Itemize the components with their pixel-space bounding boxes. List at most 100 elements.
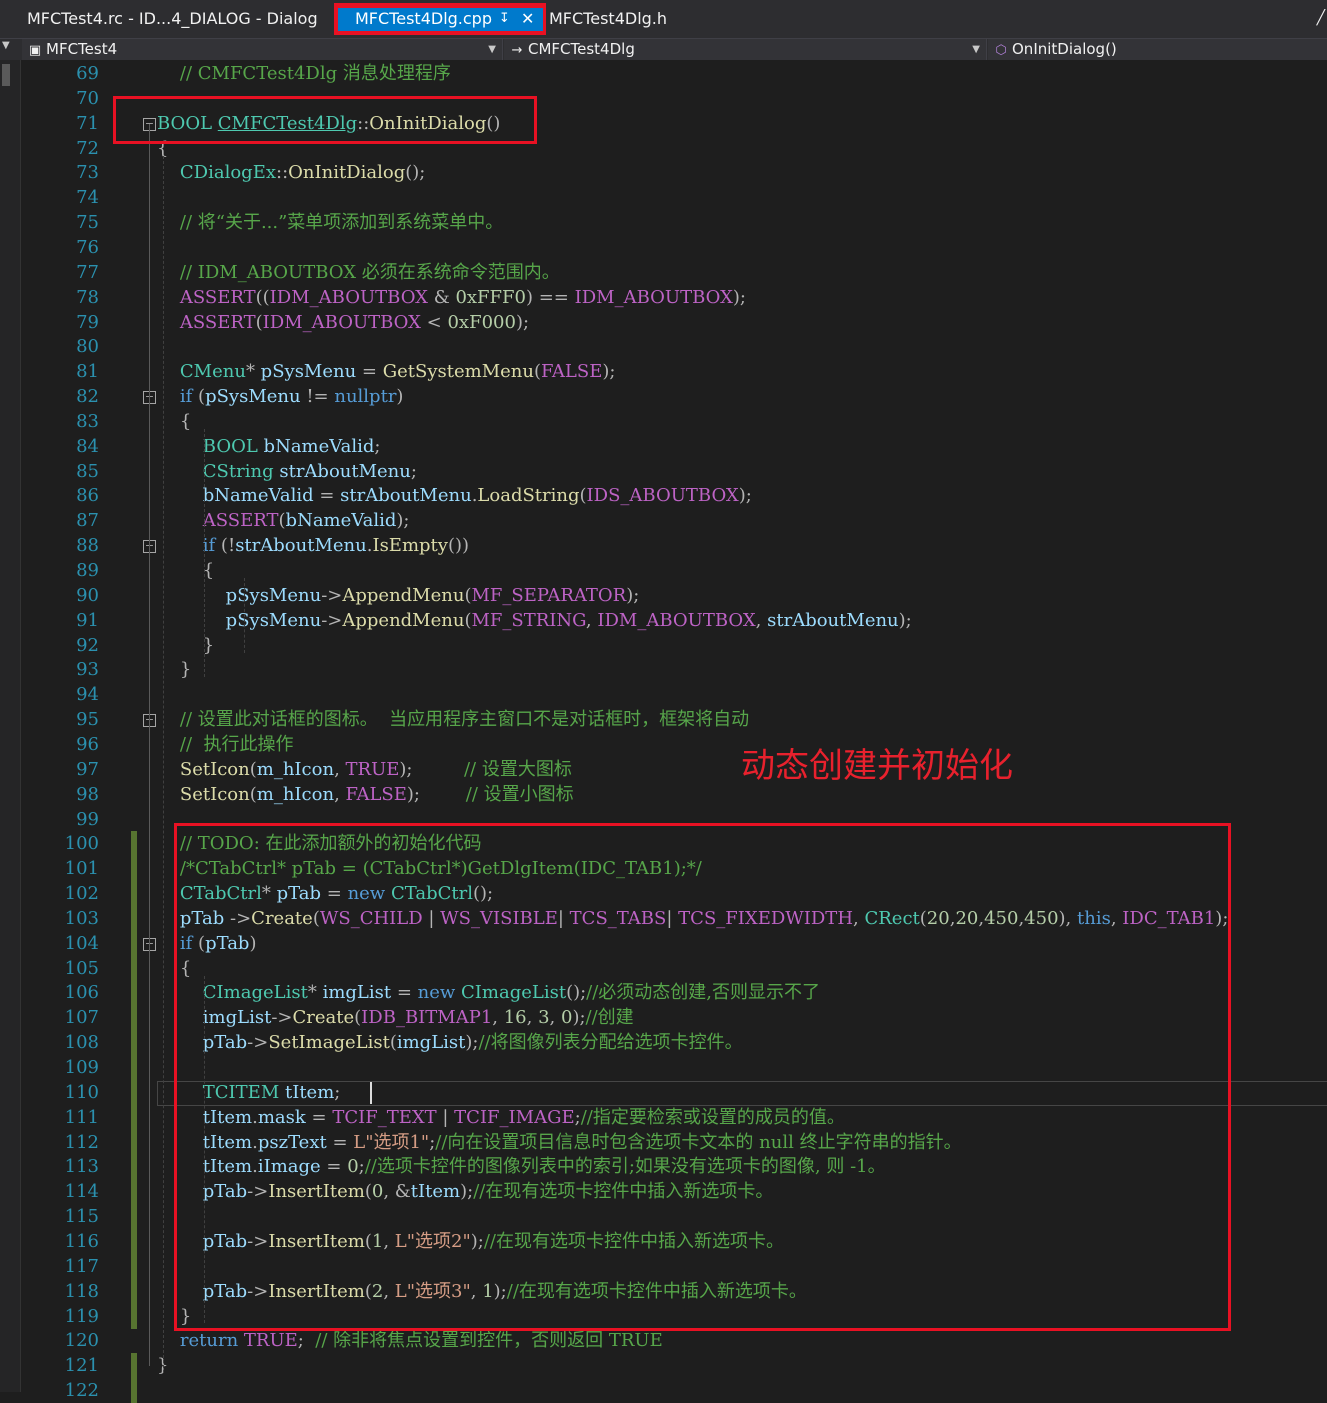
line-number: 97 [76,758,99,780]
line-number: 90 [76,584,99,606]
highlight-function-box [113,96,537,144]
chevron-down-icon[interactable]: ▼ [2,40,10,51]
code-line[interactable]: CString strAboutMenu; [157,459,417,484]
line-number: 117 [64,1255,99,1277]
line-number: 118 [64,1280,99,1302]
code-line[interactable]: CMenu* pSysMenu = GetSystemMenu(FALSE); [157,359,616,384]
line-number: 120 [64,1330,99,1352]
annotation-label: 动态创建并初始化 [741,746,1013,786]
line-number: 85 [76,460,99,482]
code-line[interactable]: // 设置此对话框的图标。 当应用程序主窗口不是对话框时，框架将自动 [157,707,749,732]
left-margin-strip [0,60,21,1392]
chevron-down-icon[interactable]: ▼ [972,39,980,60]
chevron-down-icon[interactable]: ▼ [488,39,496,60]
code-line[interactable]: return TRUE; // 除非将焦点设置到控件，否则返回 TRUE [157,1328,663,1353]
highlight-code-block-box [174,823,1231,1331]
code-line[interactable]: { [157,558,214,583]
code-line[interactable]: pSysMenu->AppendMenu(MF_STRING, IDM_ABOU… [157,608,912,633]
line-number: 79 [76,311,99,333]
outline-line [149,123,150,1367]
navigation-bar: ▣ MFCTest4 ▼ → CMFCTest4Dlg ▼ ⬡ OnInitDialo… [0,38,1327,61]
line-number: 111 [64,1106,99,1128]
line-number: 106 [64,982,99,1004]
line-number: 77 [76,261,99,283]
project-label: MFCTest4 [46,40,118,58]
change-marker [131,1204,137,1230]
line-number: 75 [76,212,99,234]
line-number: 82 [76,386,99,408]
code-line[interactable]: SetIcon(m_hIcon, TRUE); // 设置大图标 [157,757,572,782]
class-arrow-icon: → [511,43,523,58]
line-number: 116 [64,1230,99,1252]
change-marker [131,1079,137,1105]
change-marker [131,1228,137,1254]
code-line[interactable]: if (pSysMenu != nullptr) [157,384,404,409]
change-marker [131,1378,137,1403]
tab-dlg-h[interactable]: MFCTest4Dlg.h [549,0,667,38]
code-line[interactable]: CDialogEx::OnInitDialog(); [157,160,425,185]
indent-guide [244,578,245,653]
highlight-tab-box [335,5,546,34]
line-number: 72 [76,137,99,159]
change-marker [131,980,137,1006]
change-marker [131,930,137,956]
change-marker [131,1005,137,1031]
change-marker [131,831,137,857]
code-line[interactable]: ASSERT((IDM_ABOUTBOX & 0xFFF0) == IDM_AB… [157,285,746,310]
code-line[interactable]: // 执行此操作 [157,732,294,757]
toolbox-tab[interactable] [2,64,10,86]
member-label: OnInitDialog() [1012,40,1117,58]
change-marker [131,1154,137,1180]
document-tab-bar: MFCTest4.rc - ID...4_DIALOG - Dialog MFC… [0,0,1327,38]
code-line[interactable]: BOOL bNameValid; [157,434,381,459]
code-line[interactable]: SetIcon(m_hIcon, FALSE); // 设置小图标 [157,782,574,807]
project-dropdown[interactable]: ▣ MFCTest4 ▼ [22,39,503,60]
member-dropdown[interactable]: ⬡ OnInitDialog() [988,39,1327,60]
change-marker [131,1253,137,1279]
line-number: 84 [76,435,99,457]
code-line[interactable]: pSysMenu->AppendMenu(MF_SEPARATOR); [157,583,640,608]
indent-guide [204,428,205,678]
line-number: 88 [76,535,99,557]
class-dropdown[interactable]: → CMFCTest4Dlg ▼ [504,39,987,60]
code-line[interactable]: } [157,633,214,658]
method-icon: ⬡ [995,43,1007,58]
line-number: 114 [64,1181,99,1203]
class-label: CMFCTest4Dlg [528,40,635,58]
line-number: 122 [64,1380,99,1402]
line-number: 76 [76,236,99,258]
line-number: 83 [76,410,99,432]
code-line[interactable]: bNameValid = strAboutMenu.LoadString(IDS… [157,483,752,508]
line-number: 73 [76,162,99,184]
code-line[interactable]: ASSERT(IDM_ABOUTBOX < 0xF000); [157,310,529,335]
line-number: 110 [64,1081,99,1103]
line-number: 99 [76,808,99,830]
line-number: 108 [64,1032,99,1054]
line-number: 74 [76,187,99,209]
code-line[interactable]: // 将“关于...”菜单项添加到系统菜单中。 [157,210,503,235]
line-number: 94 [76,684,99,706]
line-number: 95 [76,709,99,731]
code-line[interactable]: // IDM_ABOUTBOX 必须在系统命令范围内。 [157,260,560,285]
line-number-gutter: 69 70 71 72 73 74 75 76 77 78 79 80 81 82 83 84 85 86 87 88… [21,60,156,1403]
change-marker [131,1129,137,1155]
change-marker [131,905,137,931]
line-number: 70 [76,87,99,109]
line-number: 89 [76,560,99,581]
line-number: 104 [64,932,99,954]
line-number: 96 [76,733,99,755]
line-number: 92 [76,634,99,656]
change-marker [131,856,137,882]
change-marker [131,881,137,907]
change-marker [131,955,137,981]
line-number: 87 [76,510,99,532]
tab-rc-dialog[interactable]: MFCTest4.rc - ID...4_DIALOG - Dialog [27,0,318,38]
change-marker [131,1303,137,1329]
change-marker [131,1104,137,1130]
code-line[interactable]: ASSERT(bNameValid); [157,508,410,533]
line-number: 101 [64,858,99,880]
line-number: 86 [76,485,99,507]
tab-overflow-icon[interactable]: ╱ [1317,10,1325,26]
project-icon: ▣ [28,43,42,58]
code-line[interactable]: // CMFCTest4Dlg 消息处理程序 [157,61,451,86]
